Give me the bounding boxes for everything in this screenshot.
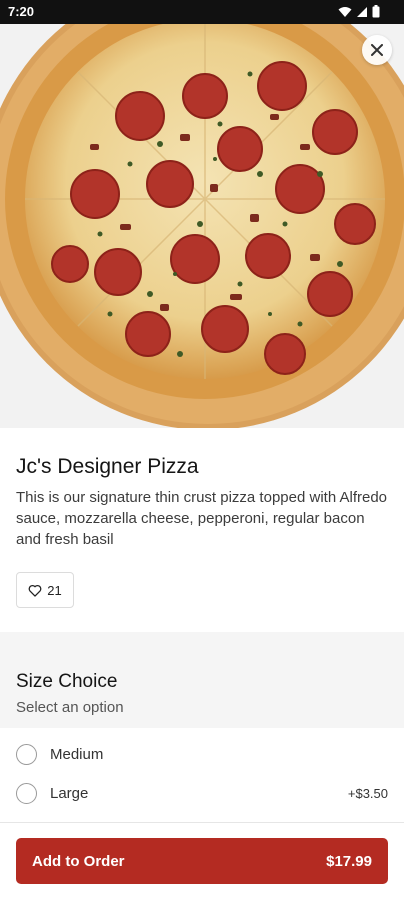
- close-icon: [371, 44, 383, 56]
- order-price: $17.99: [326, 852, 372, 870]
- section-subtitle: Select an option: [16, 699, 124, 716]
- hero-image: [0, 24, 404, 428]
- status-icons: [338, 5, 380, 18]
- signal-icon: [357, 6, 367, 17]
- pizza-image: [0, 24, 404, 428]
- wifi-icon: [338, 6, 352, 17]
- status-bar: 7:20: [0, 0, 404, 24]
- close-button[interactable]: [362, 35, 392, 65]
- size-option-medium[interactable]: Medium: [0, 735, 404, 773]
- radio-button[interactable]: [16, 782, 37, 804]
- item-description: This is our signature thin crust pizza t…: [16, 489, 388, 548]
- battery-icon: [372, 5, 380, 18]
- status-time: 7:20: [8, 4, 35, 19]
- size-option-large[interactable]: Large +$3.50: [0, 774, 404, 812]
- like-count: 21: [47, 582, 62, 598]
- radio-button[interactable]: [16, 743, 37, 765]
- heart-icon: [28, 584, 42, 597]
- add-to-order-label: Add to Order: [32, 852, 125, 870]
- like-button[interactable]: 21: [16, 572, 74, 608]
- option-label: Medium: [50, 745, 104, 763]
- section-title: Size Choice: [16, 671, 118, 692]
- option-price: +$3.50: [347, 785, 388, 801]
- footer-divider: [0, 822, 404, 823]
- item-title: Jc's Designer Pizza: [16, 455, 199, 478]
- option-label: Large: [50, 784, 89, 802]
- add-to-order-button[interactable]: Add to Order $17.99: [16, 838, 388, 884]
